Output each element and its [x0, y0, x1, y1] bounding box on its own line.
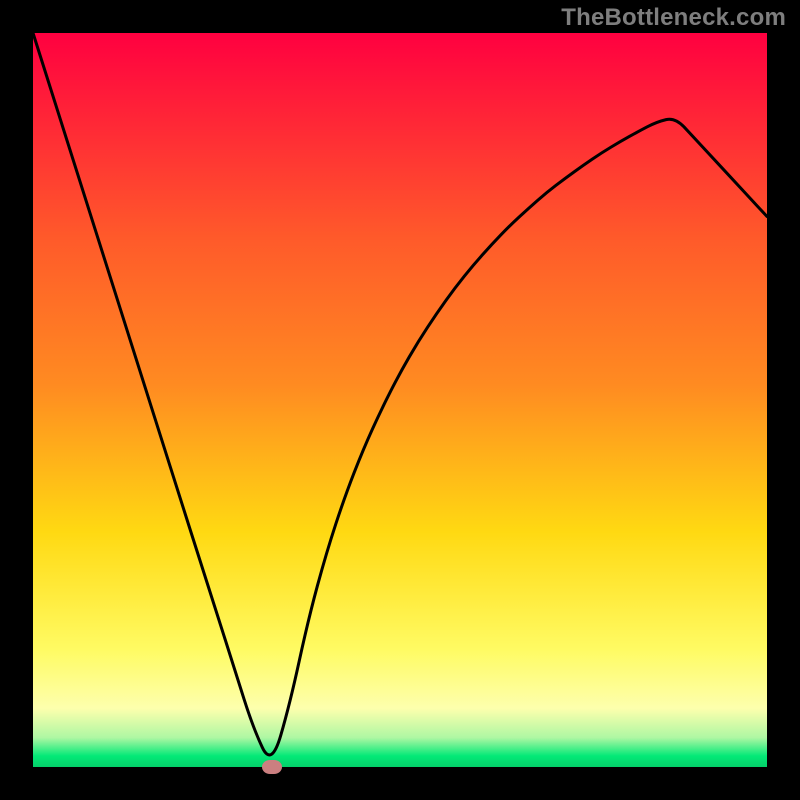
chart-stage: { "watermark": "TheBottleneck.com", "lay… — [0, 0, 800, 800]
chart-svg — [0, 0, 800, 800]
watermark-text: TheBottleneck.com — [561, 4, 786, 32]
plot-background — [33, 33, 767, 767]
minimum-marker — [262, 760, 282, 774]
